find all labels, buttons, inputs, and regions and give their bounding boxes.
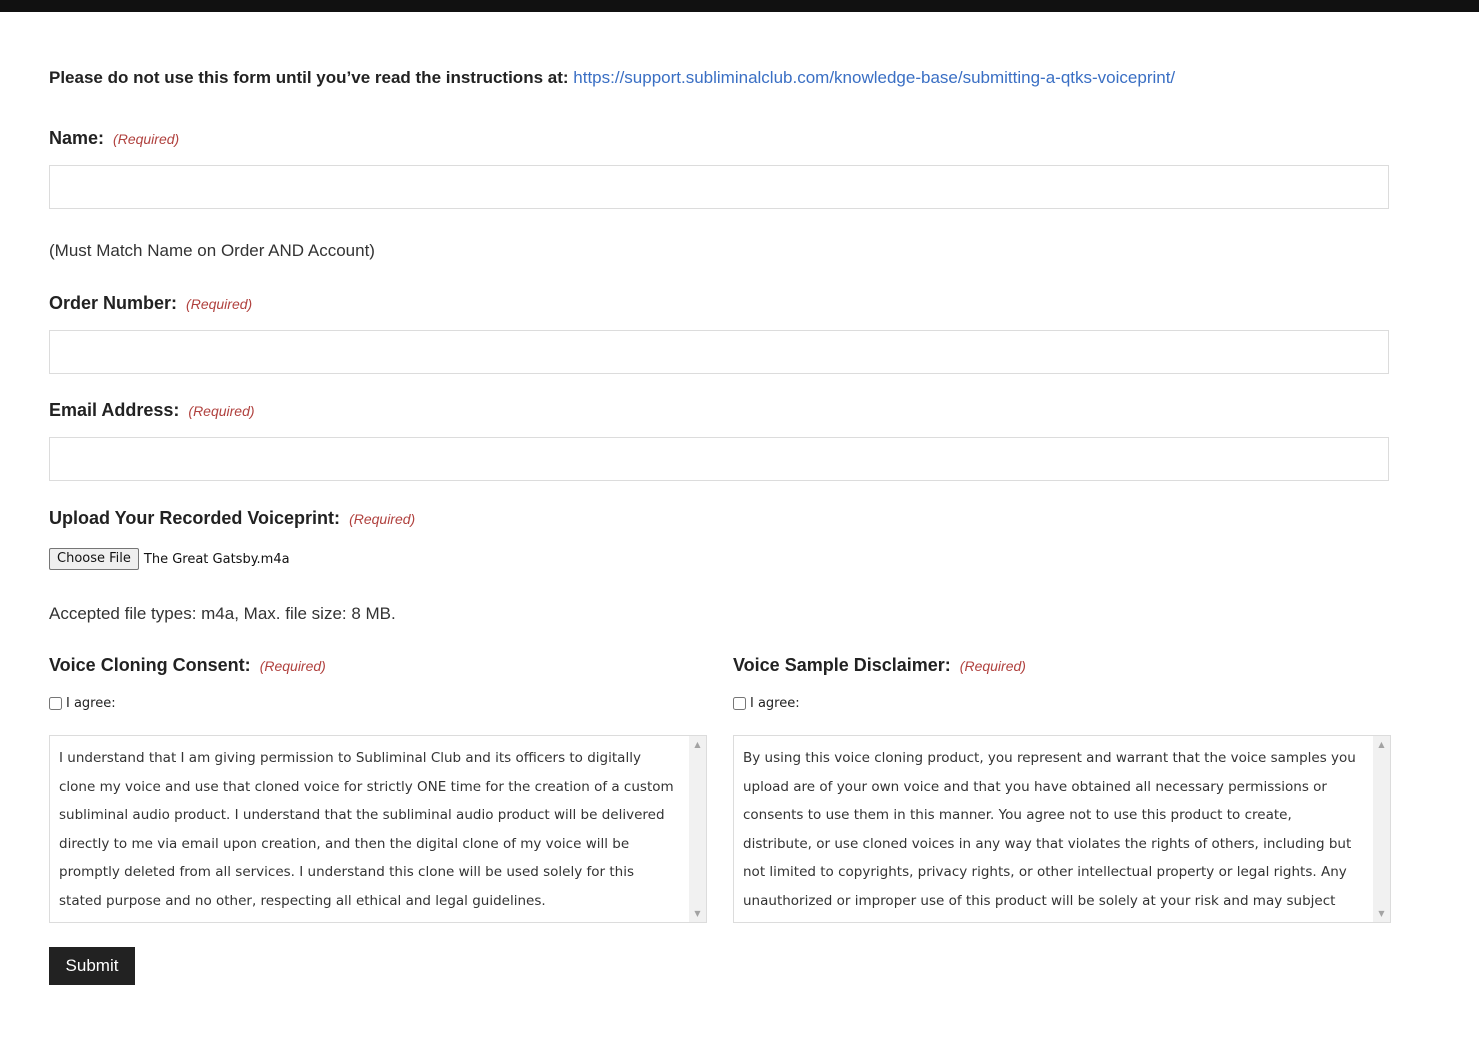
intro-text: Please do not use this form until you’ve… — [49, 68, 569, 87]
disclaimer-agree-label: I agree: — [750, 696, 800, 711]
consent-label: Voice Cloning Consent: (Required) — [49, 655, 326, 676]
name-helper-text: (Must Match Name on Order AND Account) — [49, 241, 375, 260]
required-indicator: (Required) — [186, 296, 253, 312]
consent-scrollbar[interactable]: ▲ ▼ — [689, 736, 706, 922]
consent-agree-row[interactable]: I agree: — [49, 696, 116, 711]
name-input[interactable] — [49, 165, 1389, 209]
consent-text-box[interactable]: I understand that I am giving permission… — [49, 735, 707, 923]
scroll-up-icon[interactable]: ▲ — [689, 736, 706, 753]
order-number-input[interactable] — [49, 330, 1389, 374]
instructions-link[interactable]: https://support.subliminalclub.com/knowl… — [573, 68, 1175, 87]
name-label: Name: (Required) — [49, 128, 179, 149]
order-number-label-text: Order Number: — [49, 293, 178, 313]
upload-label: Upload Your Recorded Voiceprint: (Requir… — [49, 508, 415, 529]
required-indicator: (Required) — [188, 403, 255, 419]
scroll-down-icon[interactable]: ▼ — [1373, 905, 1390, 922]
email-input[interactable] — [49, 437, 1389, 481]
submit-button[interactable]: Submit — [49, 947, 135, 985]
email-label: Email Address: (Required) — [49, 400, 255, 421]
consent-agree-label: I agree: — [66, 696, 116, 711]
name-label-text: Name: — [49, 128, 105, 148]
selected-file-name: The Great Gatsby.m4a — [143, 551, 290, 567]
consent-label-text: Voice Cloning Consent: — [49, 655, 251, 675]
order-number-label: Order Number: (Required) — [49, 293, 252, 314]
required-indicator: (Required) — [349, 511, 416, 527]
required-indicator: (Required) — [113, 131, 180, 147]
intro-notice: Please do not use this form until you’ve… — [49, 68, 1175, 88]
top-bar — [0, 0, 1479, 12]
scroll-up-icon[interactable]: ▲ — [1373, 736, 1390, 753]
scroll-down-icon[interactable]: ▼ — [689, 905, 706, 922]
file-types-helper: Accepted file types: m4a, Max. file size… — [49, 604, 396, 623]
file-upload-control: Choose File The Great Gatsby.m4a — [49, 548, 290, 570]
consent-text: I understand that I am giving permission… — [59, 750, 674, 909]
disclaimer-label: Voice Sample Disclaimer: (Required) — [733, 655, 1026, 676]
disclaimer-scrollbar[interactable]: ▲ ▼ — [1373, 736, 1390, 922]
disclaimer-agree-checkbox[interactable] — [733, 697, 746, 710]
disclaimer-agree-row[interactable]: I agree: — [733, 696, 800, 711]
disclaimer-text-box[interactable]: By using this voice cloning product, you… — [733, 735, 1391, 923]
email-label-text: Email Address: — [49, 400, 180, 420]
disclaimer-label-text: Voice Sample Disclaimer: — [733, 655, 951, 675]
consent-agree-checkbox[interactable] — [49, 697, 62, 710]
choose-file-button[interactable]: Choose File — [49, 548, 139, 570]
required-indicator: (Required) — [259, 658, 326, 674]
disclaimer-text: By using this voice cloning product, you… — [743, 750, 1356, 922]
required-indicator: (Required) — [959, 658, 1026, 674]
upload-label-text: Upload Your Recorded Voiceprint: — [49, 508, 341, 528]
